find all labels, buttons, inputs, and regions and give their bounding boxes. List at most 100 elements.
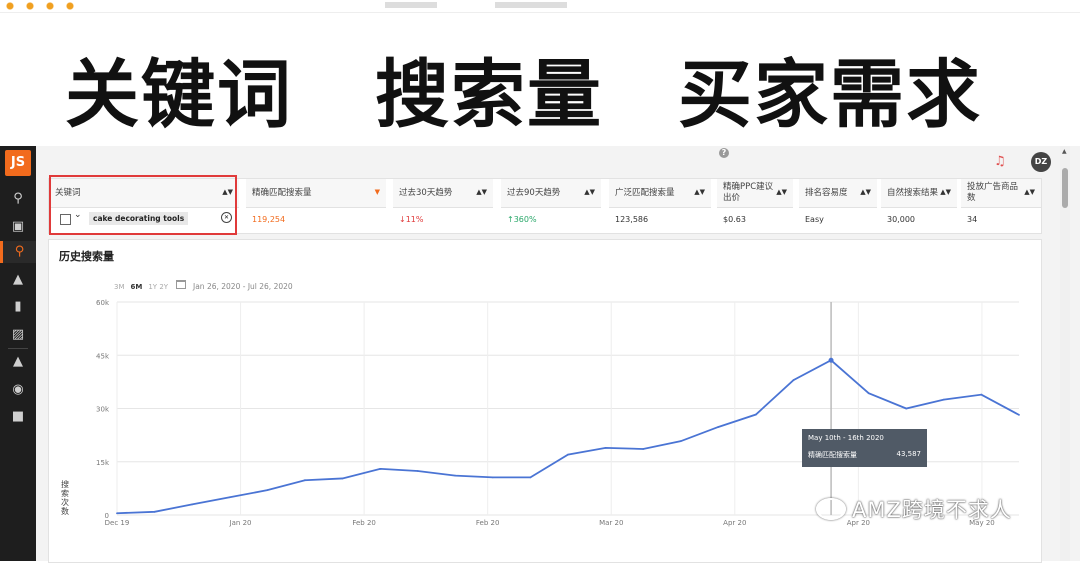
x-tick-label: Apr 20 bbox=[723, 519, 746, 527]
top-bar: ? ♫ DZ bbox=[36, 146, 1060, 176]
scrollbar[interactable]: ▲ bbox=[1060, 146, 1070, 561]
x-tick-label: Dec 19 bbox=[105, 519, 130, 527]
data-point bbox=[679, 440, 682, 443]
globe-icon[interactable]: ◉ bbox=[0, 379, 36, 401]
header-label: 过去90天趋势 bbox=[507, 187, 561, 198]
cell-ppc-bid: $0.63 bbox=[723, 215, 746, 224]
cell-trend-90: ↑360% bbox=[507, 215, 537, 224]
sort-icon[interactable]: ▲▼ bbox=[940, 188, 951, 196]
cell-organic: 30,000 bbox=[887, 215, 915, 224]
avatar[interactable]: DZ bbox=[1031, 152, 1051, 172]
x-tick-label: Jan 20 bbox=[229, 519, 252, 527]
cart-icon[interactable]: ■ bbox=[0, 406, 36, 428]
header-label: 排名容易度 bbox=[805, 187, 848, 198]
data-point bbox=[454, 474, 457, 477]
tooltip-series: 精确匹配搜索量 bbox=[808, 451, 857, 459]
headline: 关键词 搜索量 买家需求 bbox=[0, 50, 1080, 140]
data-point bbox=[828, 357, 834, 363]
data-point bbox=[867, 392, 870, 395]
data-point bbox=[792, 379, 795, 381]
sort-icon[interactable]: ▲▼ bbox=[860, 188, 871, 196]
building-icon[interactable]: ▣ bbox=[0, 216, 36, 238]
column-header-broad-volume[interactable]: 广泛匹配搜索量 ▲▼ bbox=[609, 179, 711, 208]
data-point bbox=[717, 426, 720, 428]
sort-icon[interactable]: ▲▼ bbox=[1024, 188, 1035, 196]
data-point bbox=[529, 476, 532, 479]
header-label: 自然搜索结果 bbox=[887, 187, 939, 198]
help-icon[interactable]: ? bbox=[719, 148, 729, 158]
column-header-exact-volume[interactable]: 精确匹配搜索量 ▼ bbox=[246, 179, 386, 208]
column-header-ease[interactable]: 排名容易度 ▲▼ bbox=[799, 179, 877, 208]
data-point bbox=[116, 512, 118, 515]
x-tick-label: Feb 20 bbox=[476, 519, 500, 527]
column-header-trend-90[interactable]: 过去90天趋势 ▲▼ bbox=[501, 179, 601, 208]
megaphone-icon[interactable]: ▲ bbox=[0, 269, 36, 291]
top-strip-block bbox=[385, 2, 437, 8]
data-point bbox=[905, 407, 908, 410]
x-tick-label: Feb 20 bbox=[352, 519, 376, 527]
wechat-icon bbox=[816, 498, 846, 520]
tooltip-date: May 10th - 16th 2020 bbox=[808, 434, 884, 442]
sort-icon[interactable]: ▲▼ bbox=[694, 188, 705, 196]
scroll-thumb[interactable] bbox=[1062, 168, 1068, 208]
data-point bbox=[604, 447, 607, 449]
keyword-tag[interactable]: cake decorating tools bbox=[89, 212, 189, 225]
cell-ease: Easy bbox=[805, 215, 824, 224]
column-header-organic[interactable]: 自然搜索结果 ▲▼ bbox=[881, 179, 957, 208]
y-tick-label: 30k bbox=[96, 406, 110, 414]
cell-exact-volume: 119,254 bbox=[252, 215, 286, 224]
header-label: 精确匹配搜索量 bbox=[252, 187, 312, 198]
cell-broad-volume: 123,586 bbox=[615, 215, 649, 224]
row-checkbox[interactable] bbox=[60, 214, 71, 225]
training-icon[interactable]: ▨ bbox=[0, 324, 36, 346]
bar-chart-icon[interactable]: ▮ bbox=[0, 296, 36, 318]
data-point bbox=[191, 503, 194, 506]
data-point bbox=[491, 476, 494, 479]
sort-icon[interactable]: ▲▼ bbox=[776, 188, 787, 196]
chevron-down-icon[interactable]: ⌄ bbox=[74, 210, 82, 220]
column-header-ppc-bid[interactable]: 精确PPC建议出价 ▲▼ bbox=[717, 179, 793, 208]
data-point bbox=[266, 489, 269, 492]
column-header-sponsored[interactable]: 投放广告商品数 ▲▼ bbox=[961, 179, 1041, 208]
data-point bbox=[980, 393, 983, 396]
data-point bbox=[341, 477, 344, 480]
cell-sponsored: 34 bbox=[967, 215, 978, 224]
keyword-table: 关键词 ▲▼ 精确匹配搜索量 ▼ 过去30天趋势 ▲▼ 过去90天趋势 ▲▼ 广泛匹配搜… bbox=[48, 175, 1042, 235]
sort-icon[interactable]: ▲▼ bbox=[476, 188, 487, 196]
data-point bbox=[567, 453, 569, 456]
top-strip-block bbox=[495, 2, 567, 8]
headline-keyword: 关键词 bbox=[65, 52, 293, 138]
chart-tooltip: May 10th - 16th 2020 精确匹配搜索量 43,587 bbox=[802, 429, 927, 467]
data-point bbox=[379, 467, 381, 470]
y-tick-label: 60k bbox=[96, 299, 110, 307]
tooltip-value: 43,587 bbox=[896, 450, 922, 458]
remove-keyword-icon[interactable]: ✕ bbox=[221, 212, 232, 223]
header-label: 精确PPC建议出价 bbox=[723, 182, 774, 203]
graduation-cap-icon[interactable]: ▲ bbox=[0, 351, 36, 373]
sort-icon[interactable]: ▼ bbox=[375, 188, 380, 196]
data-point bbox=[416, 470, 419, 472]
data-point bbox=[1018, 413, 1020, 416]
y-tick-label: 45k bbox=[96, 352, 110, 360]
keyword-highlight-box bbox=[49, 175, 237, 235]
data-point bbox=[304, 479, 306, 482]
header-label: 广泛匹配搜索量 bbox=[615, 187, 675, 198]
data-point bbox=[153, 510, 156, 513]
decorative-dots bbox=[6, 2, 86, 10]
bell-icon[interactable]: ♫ bbox=[994, 154, 1006, 169]
sort-icon[interactable]: ▲▼ bbox=[584, 188, 595, 196]
data-point bbox=[942, 398, 945, 401]
column-header-trend-30[interactable]: 过去30天趋势 ▲▼ bbox=[393, 179, 493, 208]
headline-buyer-demand: 买家需求 bbox=[678, 52, 982, 138]
header-label: 投放广告商品数 bbox=[967, 182, 1019, 203]
key-icon[interactable]: ⚲ bbox=[0, 241, 36, 263]
sidebar-divider bbox=[8, 348, 28, 349]
data-point bbox=[642, 448, 645, 450]
watermark: AMZ跨境不求人 bbox=[852, 498, 1012, 522]
header-label: 过去30天趋势 bbox=[399, 187, 453, 198]
data-point bbox=[755, 413, 757, 416]
scroll-up-icon[interactable]: ▲ bbox=[1062, 148, 1067, 155]
search-icon[interactable]: ⚲ bbox=[0, 188, 36, 210]
cell-trend-30: ↓11% bbox=[399, 215, 424, 224]
logo[interactable]: JS bbox=[5, 150, 31, 176]
